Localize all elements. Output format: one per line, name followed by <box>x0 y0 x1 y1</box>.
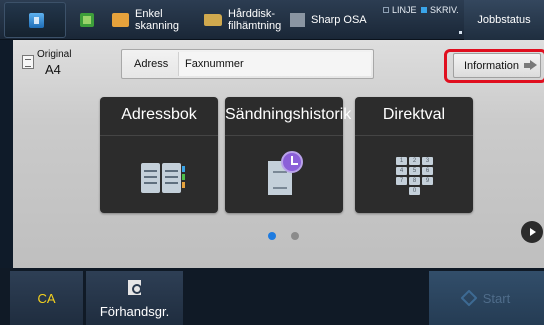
print-status: SKRIV. <box>421 5 459 15</box>
address-label: Adress <box>134 58 169 70</box>
page-dot-active[interactable] <box>268 232 276 240</box>
hdd-retrieve-shortcut[interactable]: Hårddisk- filhämtning <box>204 0 281 40</box>
preview-icon <box>128 280 142 295</box>
line-indicator-icon <box>383 7 389 13</box>
original-label: Original <box>37 49 72 60</box>
folder-icon <box>204 14 222 26</box>
tile-divider <box>100 135 218 136</box>
easy-copy-icon[interactable] <box>80 13 94 27</box>
job-status-button[interactable]: Jobbstatus <box>464 0 544 40</box>
tile-divider <box>355 135 473 136</box>
print-indicator-icon <box>421 7 427 13</box>
start-button[interactable]: Start <box>429 271 544 325</box>
page-dot[interactable] <box>291 232 299 240</box>
easy-scan-label-line2: skanning <box>135 20 180 32</box>
address-box[interactable]: Adress Faxnummer <box>121 49 374 79</box>
top-bar: Enkel skanning Hårddisk- filhämtning Sha… <box>0 0 544 40</box>
address-book-tile[interactable]: Adressbok <box>100 97 218 213</box>
sharp-osa-label: Sharp OSA <box>311 14 367 26</box>
preview-label: Förhandsgr. <box>99 304 170 319</box>
original-document-icon <box>22 55 34 69</box>
start-label: Start <box>482 290 511 306</box>
sharp-osa-icon <box>290 13 305 27</box>
address-book-label: Adressbok <box>121 106 197 123</box>
easy-scan-shortcut[interactable]: Enkel skanning <box>112 0 179 40</box>
tile-divider <box>225 135 343 136</box>
easy-scan-label-line1: Enkel <box>135 8 163 20</box>
arrow-right-icon <box>524 60 537 71</box>
home-icon <box>29 13 44 28</box>
address-book-icon <box>137 163 185 193</box>
main-panel: Original A4 Adress Faxnummer Information… <box>13 40 544 268</box>
hdd-label-line2: filhämtning <box>228 20 282 32</box>
information-label: Information <box>464 59 520 72</box>
next-page-button[interactable] <box>521 221 543 243</box>
preview-button[interactable]: Förhandsgr. <box>86 271 183 325</box>
clear-all-button[interactable]: CA <box>10 271 83 325</box>
fax-number-field[interactable]: Faxnummer <box>178 52 371 76</box>
send-history-tile[interactable]: Sändningshistorik <box>225 97 352 213</box>
line-status: LINJE <box>383 5 417 15</box>
send-history-label: Sändningshistorik <box>225 106 352 123</box>
home-button[interactable] <box>4 2 66 38</box>
direct-entry-label: Direktval <box>382 106 446 123</box>
direct-entry-tile[interactable]: Direktval 123 456 789 0 <box>355 97 473 213</box>
history-clock-icon <box>263 151 309 199</box>
start-icon <box>460 289 478 307</box>
sharp-osa-shortcut[interactable]: Sharp OSA <box>290 0 367 40</box>
keypad-icon: 123 456 789 0 <box>396 157 434 197</box>
hdd-label-line1: Hårddisk- <box>228 8 276 20</box>
line-status-label: LINJE <box>392 5 417 15</box>
information-button[interactable]: Information <box>453 53 541 78</box>
print-status-label: SKRIV. <box>430 5 459 15</box>
dropdown-marker-icon <box>459 31 462 34</box>
original-size[interactable]: A4 <box>45 62 61 77</box>
scan-icon <box>112 13 129 27</box>
